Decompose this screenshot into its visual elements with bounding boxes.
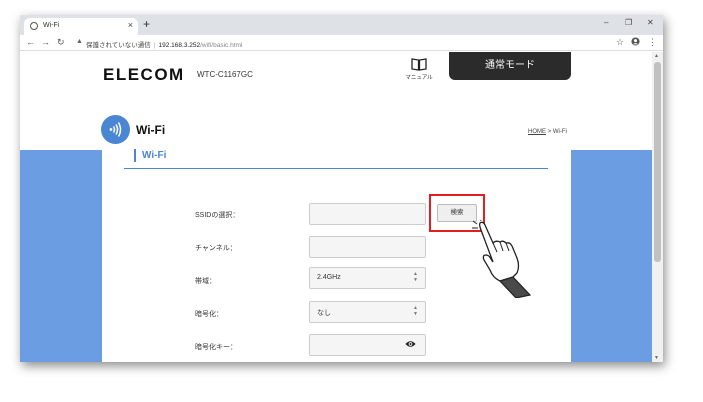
encryption-value: なし: [317, 310, 331, 317]
breadcrumb-separator: >: [546, 129, 553, 135]
web-page: ELECOM WTC-C1167GC マニュアル 通常モード Wi-Fi HOM…: [20, 52, 652, 362]
book-icon: [411, 58, 427, 71]
scroll-up-icon[interactable]: ▲: [654, 53, 659, 59]
select-arrows-icon: ▲ ▼: [413, 271, 418, 283]
encryption-key-input[interactable]: [309, 334, 426, 356]
ssid-input[interactable]: [309, 203, 426, 225]
section-accent-bar: [134, 149, 136, 162]
back-arrow-icon[interactable]: ←: [26, 37, 35, 47]
section-title: Wi-Fi: [142, 150, 167, 161]
reload-icon[interactable]: ↻: [57, 37, 65, 48]
encryption-key-label: 暗号化キー：: [195, 344, 237, 351]
url-host: 192.168.3.252: [158, 42, 201, 49]
minimize-button[interactable]: –: [604, 18, 608, 27]
encryption-select[interactable]: なし ▲ ▼: [309, 301, 426, 323]
manual-link[interactable]: マニュアル: [402, 56, 436, 81]
breadcrumb-current: Wi-Fi: [552, 129, 567, 135]
scroll-thumb[interactable]: [654, 62, 661, 262]
encryption-label: 暗号化：: [195, 311, 223, 318]
eye-icon[interactable]: [405, 340, 416, 348]
elecom-logo[interactable]: ELECOM: [103, 65, 185, 85]
scroll-down-icon[interactable]: ▼: [654, 355, 659, 361]
url-field[interactable]: 保護されていない通信 | 192.168.3.252/wifi/basic.html: [86, 39, 242, 49]
globe-icon: [30, 22, 38, 30]
normal-mode-button[interactable]: 通常モード: [449, 52, 571, 80]
channel-label: チャンネル：: [195, 245, 237, 252]
menu-kebab-icon[interactable]: ⋮: [648, 37, 657, 48]
browser-window: Wi-Fi × + – ❐ ✕ ← → ↻ ▲ 保護されていない通信 | 192.1…: [20, 15, 663, 362]
section-divider: [124, 168, 548, 169]
pointing-hand-icon: [472, 220, 532, 298]
tab-wifi[interactable]: Wi-Fi ×: [24, 18, 138, 35]
tab-bar: Wi-Fi × + – ❐ ✕: [20, 15, 663, 35]
page-title: Wi-Fi: [136, 123, 166, 137]
address-bar: ← → ↻ ▲ 保護されていない通信 | 192.168.3.252/wifi/ba…: [20, 35, 663, 51]
manual-label: マニュアル: [405, 75, 433, 81]
left-side-panel: [20, 150, 102, 362]
forward-arrow-icon[interactable]: →: [41, 37, 50, 47]
close-window-button[interactable]: ✕: [647, 18, 654, 27]
band-value: 2.4GHz: [317, 274, 341, 281]
vertical-scrollbar[interactable]: ▲ ▼: [652, 52, 663, 362]
tab-title: Wi-Fi: [43, 22, 60, 29]
new-tab-button[interactable]: +: [143, 17, 150, 31]
tab-close-icon[interactable]: ×: [128, 20, 133, 30]
model-name: WTC-C1167GC: [197, 70, 253, 79]
warning-icon: ▲: [76, 38, 83, 45]
right-side-panel: [571, 150, 652, 362]
url-path: /wifi/basic.html: [200, 42, 243, 49]
ssid-label: SSIDの選択：: [195, 212, 240, 219]
restore-button[interactable]: ❐: [625, 18, 632, 27]
channel-input[interactable]: [309, 236, 426, 258]
profile-icon[interactable]: [631, 37, 640, 48]
breadcrumb: HOME > Wi-Fi: [528, 129, 567, 135]
select-arrows-icon: ▲ ▼: [413, 305, 418, 317]
band-label: 帯域：: [195, 278, 216, 285]
wifi-icon: [101, 115, 130, 144]
url-separator: |: [153, 42, 156, 49]
security-warning-text: 保護されていない通信: [86, 42, 151, 49]
bookmark-star-icon[interactable]: ☆: [616, 37, 624, 48]
band-select[interactable]: 2.4GHz ▲ ▼: [309, 267, 426, 289]
breadcrumb-home-link[interactable]: HOME: [528, 129, 546, 135]
